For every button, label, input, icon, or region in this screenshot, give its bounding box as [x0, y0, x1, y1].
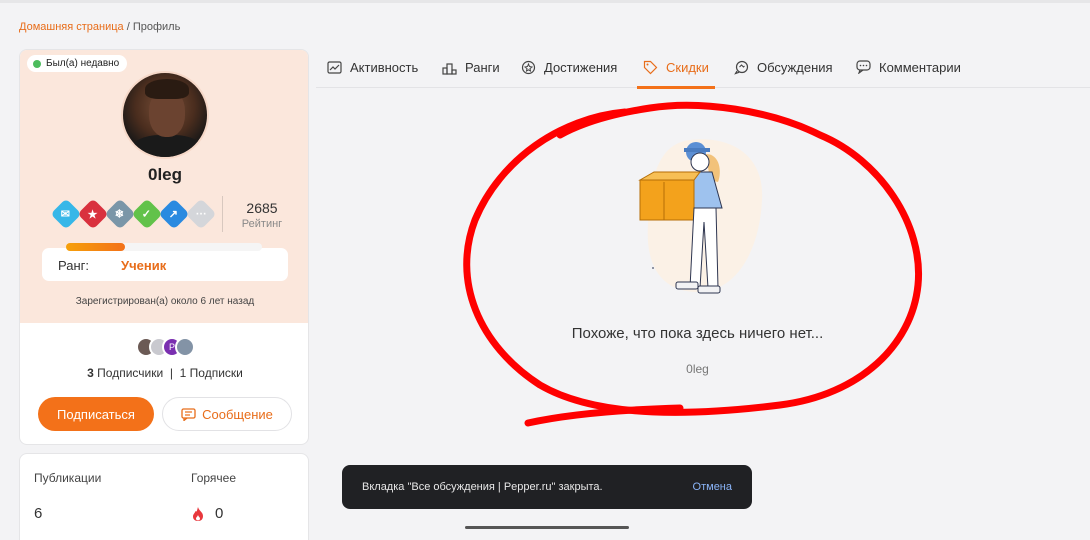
- top-border: [0, 0, 1090, 3]
- profile-card: Был(а) недавно 0leg ✉ ★ ❄ ✓ ↗ ··· 2685 Р…: [19, 49, 309, 445]
- rank-progress-bar: [66, 243, 262, 251]
- tab-label: Активность: [350, 59, 419, 75]
- breadcrumb: Домашняя страница / Профиль: [19, 21, 180, 33]
- breadcrumb-current: Профиль: [132, 21, 181, 33]
- gesture-home-bar[interactable]: [465, 526, 629, 529]
- rank-value[interactable]: Ученик: [121, 258, 166, 273]
- following-count[interactable]: 1: [180, 366, 187, 380]
- subscribe-button[interactable]: Подписаться: [38, 397, 154, 431]
- avatar: [121, 71, 209, 159]
- profile-tabs: Активность Ранги Достижения Скидки Обсуж…: [316, 48, 1090, 89]
- status-dot-icon: [33, 59, 41, 68]
- online-status-badge: Был(а) недавно: [27, 55, 128, 72]
- delivery-person-illustration: [638, 139, 763, 294]
- follower-avatar: [175, 337, 195, 357]
- podium-icon: [442, 60, 457, 75]
- comment-icon: [856, 60, 871, 75]
- username: 0leg: [147, 165, 183, 184]
- rank-box: Ранг: Ученик: [42, 243, 288, 281]
- discussion-icon: [734, 60, 749, 75]
- tab-label: Обсуждения: [757, 59, 833, 75]
- fire-icon: [193, 506, 203, 521]
- tab-discussions[interactable]: Обсуждения: [728, 48, 839, 86]
- tab-label: Скидки: [666, 59, 709, 75]
- following-label[interactable]: Подписки: [190, 366, 243, 380]
- ribbon-badge-icon[interactable]: ★: [77, 198, 109, 230]
- snowflake-badge-icon[interactable]: ❄: [104, 198, 136, 230]
- rank-label: Ранг:: [58, 258, 90, 273]
- empty-state-title: Похоже, что пока здесь ничего нет...: [571, 325, 824, 342]
- rating-divider: [222, 196, 223, 232]
- follower-avatars[interactable]: P: [136, 337, 206, 357]
- breadcrumb-separator: /: [123, 21, 133, 33]
- hot-label: Горячее: [191, 471, 237, 485]
- check-badge-icon[interactable]: ✓: [131, 198, 163, 230]
- more-badge-icon[interactable]: ···: [185, 198, 217, 230]
- followers-separator: |: [169, 366, 173, 380]
- tab-ranks[interactable]: Ранги: [436, 48, 506, 86]
- chat-badge-icon[interactable]: ✉: [50, 198, 82, 230]
- followers-info: 3 Подписчики | 1 Подписки: [20, 366, 308, 380]
- activity-icon: [327, 60, 342, 75]
- posts-label: Публикации: [34, 471, 102, 485]
- hot-value: 0: [215, 505, 224, 522]
- rocket-badge-icon[interactable]: ↗: [158, 198, 190, 230]
- tab-activity[interactable]: Активность: [321, 48, 424, 86]
- message-button[interactable]: Сообщение: [162, 397, 292, 431]
- tab-label: Комментарии: [879, 59, 961, 75]
- followers-count[interactable]: 3: [87, 366, 94, 380]
- rating-label: Рейтинг: [241, 218, 283, 230]
- registered-text: Зарегистрирован(а) около 6 лет назад: [75, 296, 255, 307]
- tab-comments[interactable]: Комментарии: [850, 48, 967, 86]
- tab-deals[interactable]: Скидки: [637, 48, 715, 89]
- message-icon: [181, 407, 196, 421]
- breadcrumb-home-link[interactable]: Домашняя страница: [19, 21, 124, 33]
- tab-label: Достижения: [544, 59, 618, 75]
- hot-stat: 0: [191, 505, 223, 522]
- undo-button[interactable]: Отмена: [693, 481, 732, 493]
- tab-closed-snackbar: Вкладка "Все обсуждения | Pepper.ru" зак…: [342, 465, 752, 509]
- stats-card: Публикации 6 Горячее 0: [19, 453, 309, 540]
- posts-value: 6: [34, 505, 43, 522]
- profile-header: Был(а) недавно 0leg ✉ ★ ❄ ✓ ↗ ··· 2685 Р…: [20, 50, 308, 323]
- rating-value: 2685: [246, 200, 278, 216]
- achievement-icon: [521, 60, 536, 75]
- badge-list: ✉ ★ ❄ ✓ ↗ ···: [50, 198, 217, 230]
- tab-achievements[interactable]: Достижения: [515, 48, 623, 86]
- empty-state-username: 0leg: [686, 362, 709, 376]
- tab-label: Ранги: [465, 59, 500, 75]
- tag-icon: [643, 60, 658, 75]
- message-button-label: Сообщение: [202, 406, 273, 422]
- followers-label[interactable]: Подписчики: [97, 366, 163, 380]
- snackbar-message: Вкладка "Все обсуждения | Pepper.ru" зак…: [362, 481, 603, 493]
- status-text: Был(а) недавно: [46, 58, 120, 69]
- rank-progress-fill: [66, 243, 125, 251]
